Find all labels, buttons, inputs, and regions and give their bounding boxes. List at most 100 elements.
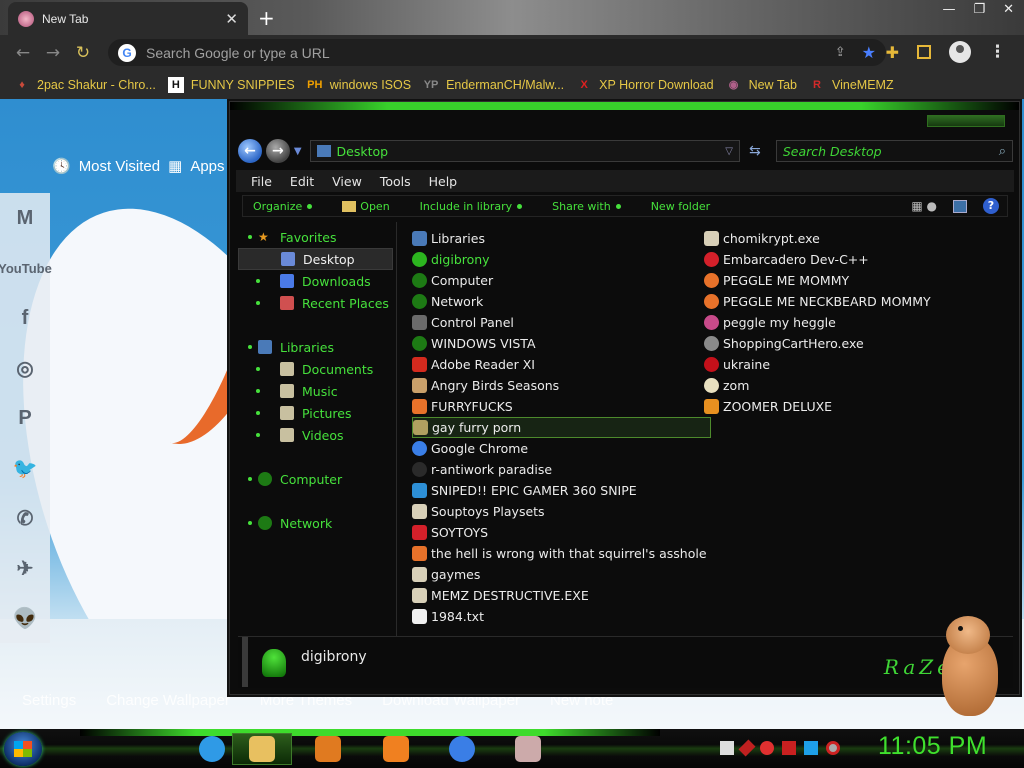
preview-pane-icon[interactable] [953,199,967,213]
help-icon[interactable]: ? [983,198,999,214]
forward-button-icon[interactable]: → [265,139,290,163]
taskbar-hollow-knight[interactable] [498,733,558,765]
omnibox[interactable]: G Search Google or type a URL ⇪ ★ [108,39,886,66]
nav-item-downloads[interactable]: Downloads [238,270,393,292]
address-text[interactable]: Desktop [337,144,720,159]
tray-shield-icon[interactable] [760,741,774,755]
action-center-flag-icon[interactable] [782,741,796,755]
taskbar-explorer[interactable] [232,733,292,765]
file-item[interactable]: the hell is wrong with that squirrel's a… [412,543,711,564]
file-item[interactable]: FURRYFUCKS [412,396,711,417]
minimize-button[interactable]: — [942,2,955,17]
side-panel-icon[interactable] [917,45,931,59]
bookmark-star-icon[interactable]: ★ [862,43,876,62]
taskbar-clock[interactable]: 11:05 PM [878,732,987,761]
bookmark-item[interactable]: ◉ New Tab [726,77,797,93]
bookmark-item[interactable]: ♦ 2pac Shakur - Chro... [14,77,156,93]
new-tab-button[interactable]: + [258,6,275,30]
file-item[interactable]: ukraine [704,354,935,375]
volume-icon[interactable] [826,741,840,755]
file-item[interactable]: gay furry porn [412,417,711,438]
forward-arrow-icon[interactable]: → [38,43,68,63]
tray-app-icon[interactable] [720,741,734,755]
command-open[interactable]: Open [342,200,390,213]
telegram-icon[interactable]: ✈ [0,543,50,593]
youtube-icon[interactable]: YouTube [0,243,52,293]
file-item[interactable]: Google Chrome [412,438,711,459]
file-item[interactable]: ZOOMER DELUXE [704,396,935,417]
file-item[interactable]: Embarcadero Dev-C++ [704,249,935,270]
nav-item-desktop[interactable]: Desktop [238,248,393,270]
taskbar-uc-browser[interactable] [366,733,426,765]
restore-button[interactable]: ❐ [973,2,985,17]
settings-link[interactable]: Settings [22,692,76,709]
reload-icon[interactable]: ↻ [68,43,98,63]
nav-item-recent-places[interactable]: Recent Places [238,292,393,314]
file-item[interactable]: SNIPED!! EPIC GAMER 360 SNIPE [412,480,711,501]
nav-item-favorites[interactable]: ★ Favorites [238,226,393,248]
menu-edit[interactable]: Edit [281,174,323,189]
taskbar-media-player[interactable] [298,733,358,765]
menu-tools[interactable]: Tools [371,174,420,189]
search-placeholder[interactable]: Search Desktop [783,144,999,159]
address-dropdown-icon[interactable]: ▽ [725,146,733,157]
change-view-icon[interactable]: ▦ ● [911,199,937,213]
twitter-icon[interactable]: 🐦 [0,443,50,493]
hamster-desktop-gadget[interactable] [936,612,1006,716]
file-item[interactable]: Adobe Reader XI [412,354,711,375]
file-item[interactable]: ShoppingCartHero.exe [704,333,935,354]
window-caption-buttons[interactable] [927,115,1005,127]
file-item[interactable]: WINDOWS VISTA [412,333,711,354]
bookmark-item[interactable]: H FUNNY SNIPPIES [167,76,295,93]
nav-item-libraries[interactable]: Libraries [238,336,393,358]
apps-link[interactable]: Apps [190,158,224,175]
nav-item-music[interactable]: Music [238,380,393,402]
profile-avatar-icon[interactable] [949,41,971,63]
file-item[interactable]: r-antiwork paradise [412,459,711,480]
change-wallpaper-link[interactable]: Change Wallpaper [106,692,230,709]
nav-item-videos[interactable]: Videos [238,424,393,446]
nav-item-network[interactable]: Network [238,512,393,534]
file-item[interactable]: PEGGLE ME NECKBEARD MOMMY [704,291,935,312]
reddit-icon[interactable]: 👽 [0,593,50,643]
tab-new-tab[interactable]: New Tab ✕ [8,2,248,35]
menu-file[interactable]: File [242,174,281,189]
most-visited-link[interactable]: Most Visited [79,158,160,175]
bookmark-item[interactable]: X XP Horror Download [576,77,714,93]
back-button-icon[interactable]: ← [238,139,262,163]
extensions-puzzle-icon[interactable]: ✚ [886,43,899,62]
recent-pages-chevron-icon[interactable]: ▼ [294,146,302,157]
network-monitor-icon[interactable] [804,741,818,755]
address-bar[interactable]: Desktop ▽ [309,140,740,162]
instagram-icon[interactable]: ◎ [0,343,50,393]
tray-x-icon[interactable] [738,739,756,757]
share-icon[interactable]: ⇪ [835,45,846,60]
tab-close-icon[interactable]: ✕ [225,10,238,28]
menu-view[interactable]: View [323,174,371,189]
close-window-button[interactable]: ✕ [1003,2,1014,17]
start-button[interactable] [4,732,42,766]
chrome-menu-icon[interactable]: ⋮ [989,42,1006,62]
taskbar-google-chrome[interactable] [432,733,492,765]
file-item[interactable]: Network [412,291,711,312]
command-organize[interactable]: Organize [253,200,313,213]
search-box[interactable]: Search Desktop ⌕ [775,140,1013,162]
file-item[interactable]: Control Panel [412,312,711,333]
bookmark-item[interactable]: PH windows ISOS [307,77,411,93]
file-item[interactable]: Angry Birds Seasons [412,375,711,396]
omnibox-placeholder[interactable]: Search Google or type a URL [146,45,835,61]
nav-item-documents[interactable]: Documents [238,358,393,380]
file-item[interactable]: MEMZ DESTRUCTIVE.EXE [412,585,711,606]
command-new-folder[interactable]: New folder [651,200,710,213]
file-item[interactable]: zom [704,375,935,396]
menu-help[interactable]: Help [420,174,467,189]
file-item[interactable]: Souptoys Playsets [412,501,711,522]
file-item[interactable]: Libraries [412,228,711,249]
command-include-in-library[interactable]: Include in library [420,200,523,213]
file-item[interactable]: SOYTOYS [412,522,711,543]
facebook-icon[interactable]: f [0,293,50,343]
file-item[interactable]: digibrony [412,249,711,270]
search-icon[interactable]: ⌕ [999,144,1006,159]
bookmark-item[interactable]: R VineMEMZ [809,77,894,93]
back-arrow-icon[interactable]: ← [8,43,38,63]
